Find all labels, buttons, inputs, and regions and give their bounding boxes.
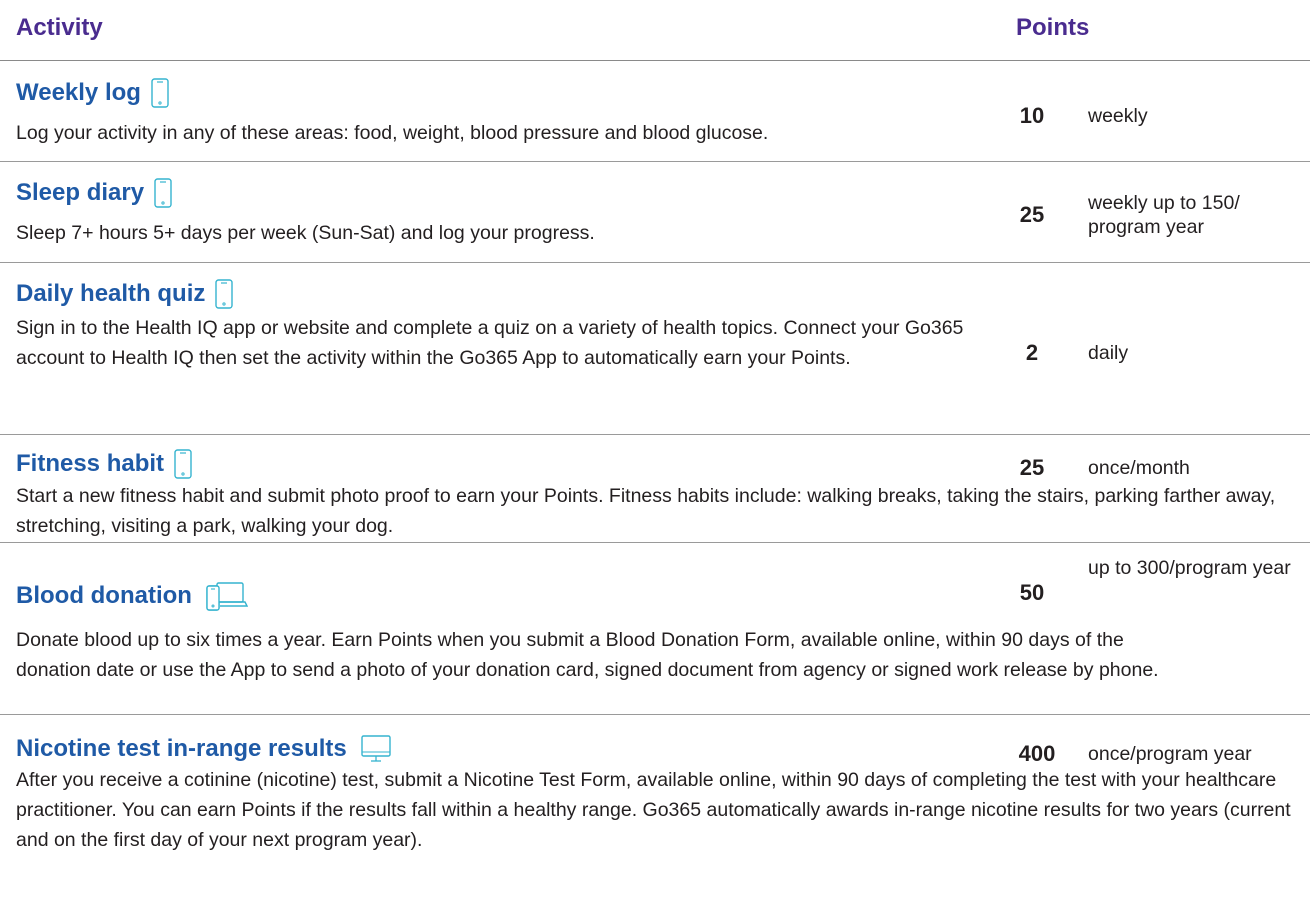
activity-title: Nicotine test in-range results: [16, 735, 391, 763]
activity-description: Log your activity in any of these areas:…: [16, 122, 769, 144]
activity-title-text: Blood donation: [16, 582, 192, 609]
activity-title: Daily health quiz: [16, 279, 234, 309]
points-frequency: once/month: [1088, 457, 1190, 479]
points-frequency: weekly: [1088, 105, 1148, 127]
points-column-header: Points: [1016, 14, 1090, 41]
points-value: 400: [1018, 741, 1056, 766]
activity-title-text: Fitness habit: [16, 450, 165, 477]
points-value: 50: [1019, 580, 1045, 605]
table-header: Activity Points: [0, 0, 1310, 61]
phone-icon: [151, 78, 169, 108]
activity-column-header: Activity: [16, 14, 103, 41]
activity-description: Sign in to the Health IQ app or website …: [16, 317, 964, 369]
points-frequency: weekly up to 150/ program year: [1088, 192, 1240, 238]
points-frequency: up to 300/program year: [1088, 557, 1291, 579]
table-row: Blood donation Donate blood up to six ti…: [0, 543, 1310, 715]
activity-title-text: Weekly log: [16, 79, 141, 106]
phone-icon: [215, 279, 234, 309]
phone-and-laptop-icon: [206, 580, 248, 612]
points-frequency: once/program year: [1088, 743, 1252, 765]
phone-icon: [154, 178, 172, 208]
activity-description: Sleep 7+ hours 5+ days per week (Sun-Sat…: [16, 222, 595, 244]
activity-description: After you receive a cotinine (nicotine) …: [16, 769, 1291, 851]
table-row: Daily health quiz Sign in to the Health …: [0, 263, 1310, 435]
points-value: 10: [1019, 103, 1045, 128]
activity-title: Fitness habit: [16, 449, 192, 479]
activity-title-text: Nicotine test in-range results: [16, 735, 347, 762]
points-value: 25: [1019, 202, 1045, 227]
activity-description: Start a new fitness habit and submit pho…: [16, 485, 1276, 537]
activity-title: Sleep diary: [16, 178, 172, 208]
desktop-monitor-icon: [361, 735, 391, 763]
points-value: 2: [1025, 340, 1039, 365]
phone-icon: [174, 449, 192, 479]
points-frequency: daily: [1088, 342, 1129, 364]
activity-title-text: Daily health quiz: [16, 280, 206, 307]
table-row: Sleep diary Sleep 7+ hours 5+ days per w…: [0, 162, 1310, 263]
activity-title: Weekly log: [16, 78, 169, 108]
table-row: Weekly log Log your activity in any of t…: [0, 61, 1310, 162]
activity-description: Donate blood up to six times a year. Ear…: [16, 629, 1159, 681]
activity-title: Blood donation: [16, 580, 248, 612]
activity-title-text: Sleep diary: [16, 179, 145, 206]
table-row: Fitness habit Start a new fitness habit …: [0, 435, 1310, 543]
points-value: 25: [1019, 455, 1045, 480]
table-row: Nicotine test in-range results After you…: [0, 715, 1310, 923]
